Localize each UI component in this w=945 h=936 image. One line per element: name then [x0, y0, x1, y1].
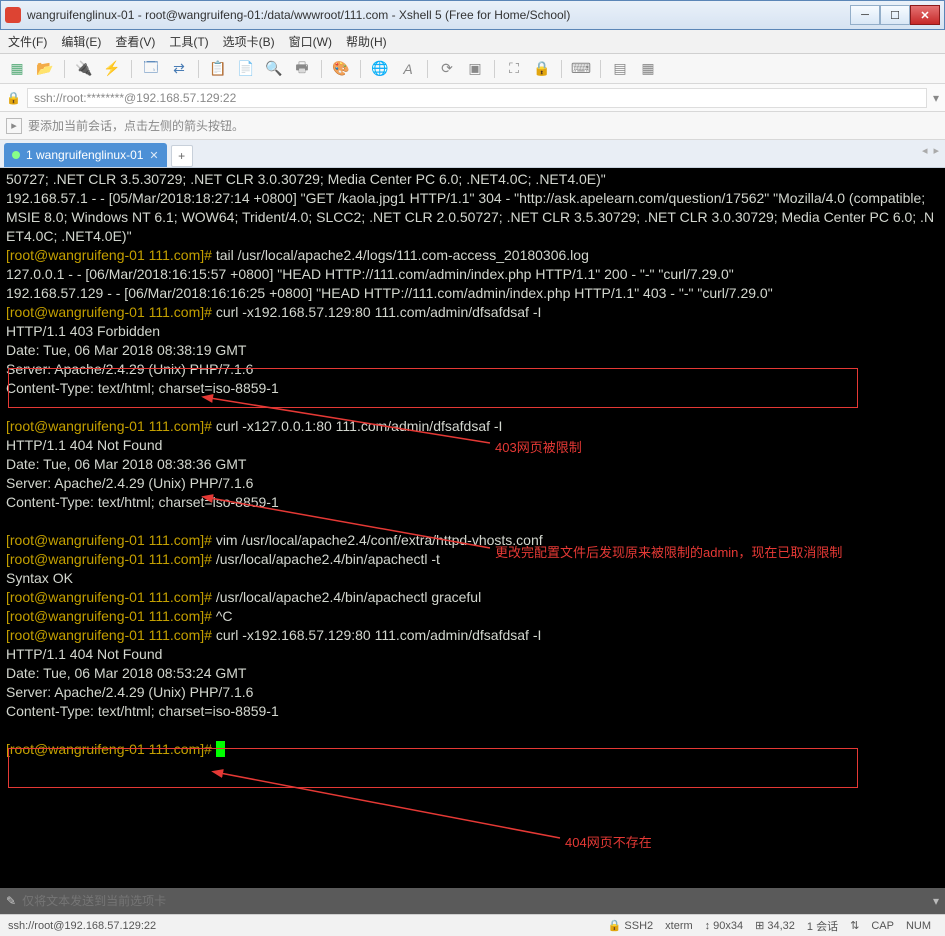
address-input[interactable] — [27, 88, 927, 108]
terminal[interactable]: 50727; .NET CLR 3.5.30729; .NET CLR 3.0.… — [0, 168, 945, 888]
xftp-icon[interactable]: ▣ — [464, 58, 486, 80]
terminal-line: [root@wangruifeng-01 111.com]# curl -x19… — [6, 303, 939, 322]
toolbar: ▦ 📂 🔌 ⚡ 🗔 ⇄ 📋 📄 🔍 🖶 🎨 🌐 A ⟳ ▣ ⛶ 🔒 ⌨ ▤ ▦ — [0, 54, 945, 84]
terminal-line: 127.0.0.1 - - [06/Mar/2018:16:15:57 +080… — [6, 265, 939, 284]
font-icon[interactable]: A — [397, 58, 419, 80]
compose-icon: ✎ — [6, 894, 16, 908]
status-num: NUM — [906, 920, 931, 932]
terminal-line: Date: Tue, 06 Mar 2018 08:38:36 GMT — [6, 455, 939, 474]
new-session-icon[interactable]: ▦ — [6, 58, 28, 80]
terminal-line: Content-Type: text/html; charset=iso-885… — [6, 702, 939, 721]
address-bar: 🔒 ▾ — [0, 84, 945, 112]
menubar: 文件(F) 编辑(E) 查看(V) 工具(T) 选项卡(B) 窗口(W) 帮助(… — [0, 30, 945, 54]
terminal-line: [root@wangruifeng-01 111.com]# — [6, 740, 939, 759]
status-size: ↕ 90x34 — [705, 920, 743, 932]
terminal-line — [6, 512, 939, 531]
menu-help[interactable]: 帮助(H) — [346, 33, 387, 50]
tab-nav: ◂ ▸ — [922, 144, 939, 157]
terminal-line: [root@wangruifeng-01 111.com]# curl -x19… — [6, 626, 939, 645]
terminal-line: HTTP/1.1 404 Not Found — [6, 645, 939, 664]
menu-file[interactable]: 文件(F) — [8, 33, 47, 50]
find-icon[interactable]: 🔍 — [263, 58, 285, 80]
terminal-line: Content-Type: text/html; charset=iso-885… — [6, 493, 939, 512]
add-session-icon[interactable]: ▸ — [6, 118, 22, 134]
terminal-line: [root@wangruifeng-01 111.com]# curl -x12… — [6, 417, 939, 436]
compose-dropdown-icon[interactable]: ▾ — [933, 894, 939, 908]
terminal-line: Date: Tue, 06 Mar 2018 08:53:24 GMT — [6, 664, 939, 683]
tab-next-icon[interactable]: ▸ — [933, 144, 939, 157]
status-cap: CAP — [871, 920, 894, 932]
terminal-line: [root@wangruifeng-01 111.com]# ^C — [6, 607, 939, 626]
lock-small-icon: 🔒 — [6, 91, 21, 105]
terminal-line: [root@wangruifeng-01 111.com]# tail /usr… — [6, 246, 939, 265]
menu-edit[interactable]: 编辑(E) — [61, 33, 101, 50]
menu-tools[interactable]: 工具(T) — [169, 33, 208, 50]
terminal-line: Date: Tue, 06 Mar 2018 08:38:19 GMT — [6, 341, 939, 360]
close-button[interactable]: ✕ — [910, 5, 940, 25]
terminal-line: 192.168.57.129 - - [06/Mar/2018:16:16:25… — [6, 284, 939, 303]
terminal-line: Content-Type: text/html; charset=iso-885… — [6, 379, 939, 398]
open-icon[interactable]: 📂 — [34, 58, 56, 80]
menu-tab[interactable]: 选项卡(B) — [223, 33, 275, 50]
lock-icon[interactable]: 🔒 — [531, 58, 553, 80]
properties-icon[interactable]: 🗔 — [140, 58, 162, 80]
tile-icon[interactable]: ▦ — [637, 58, 659, 80]
titlebar: wangruifenglinux-01 - root@wangruifeng-0… — [0, 0, 945, 30]
status-updown-icon: ⇅ — [850, 919, 859, 932]
disconnect-icon[interactable]: ⚡ — [101, 58, 123, 80]
copy-icon[interactable]: 📋 — [207, 58, 229, 80]
tab-bar: 1 wangruifenglinux-01 ✕ + ◂ ▸ — [0, 140, 945, 168]
paste-icon[interactable]: 📄 — [235, 58, 257, 80]
layout-icon[interactable]: ▤ — [609, 58, 631, 80]
session-tab[interactable]: 1 wangruifenglinux-01 ✕ — [4, 143, 167, 167]
status-sessions: 1 会话 — [807, 918, 838, 934]
terminal-line: [root@wangruifeng-01 111.com]# vim /usr/… — [6, 531, 939, 550]
status-term: xterm — [665, 920, 693, 932]
reconnect-icon[interactable]: 🔌 — [73, 58, 95, 80]
terminal-line: 192.168.57.1 - - [05/Mar/2018:18:27:14 +… — [6, 189, 939, 246]
color-icon[interactable]: 🎨 — [330, 58, 352, 80]
tab-close-icon[interactable]: ✕ — [149, 149, 158, 162]
terminal-line: Syntax OK — [6, 569, 939, 588]
tab-label: 1 wangruifenglinux-01 — [26, 148, 143, 162]
tab-prev-icon[interactable]: ◂ — [922, 144, 928, 157]
terminal-line: HTTP/1.1 403 Forbidden — [6, 322, 939, 341]
fullscreen-icon[interactable]: ⛶ — [503, 58, 525, 80]
connected-dot-icon — [12, 151, 20, 159]
window-title: wangruifenglinux-01 - root@wangruifeng-0… — [27, 8, 850, 22]
minimize-button[interactable]: ─ — [850, 5, 880, 25]
encoding-icon[interactable]: 🌐 — [369, 58, 391, 80]
status-ssh: 🔒 SSH2 — [608, 919, 653, 932]
terminal-line: HTTP/1.1 404 Not Found — [6, 436, 939, 455]
script-icon[interactable]: ⟳ — [436, 58, 458, 80]
status-bar: ssh://root@192.168.57.129:22 🔒 SSH2 xter… — [0, 914, 945, 936]
terminal-line — [6, 721, 939, 740]
terminal-line: [root@wangruifeng-01 111.com]# /usr/loca… — [6, 550, 939, 569]
status-pos: ⊞ 34,32 — [755, 919, 795, 932]
hint-bar: ▸ 要添加当前会话，点击左侧的箭头按钮。 — [0, 112, 945, 140]
terminal-line: Server: Apache/2.4.29 (Unix) PHP/7.1.6 — [6, 360, 939, 379]
print-icon[interactable]: 🖶 — [291, 58, 313, 80]
terminal-line: Server: Apache/2.4.29 (Unix) PHP/7.1.6 — [6, 474, 939, 493]
terminal-line — [6, 398, 939, 417]
new-tab-button[interactable]: + — [171, 145, 193, 167]
arrow-3 — [210, 768, 570, 848]
keyboard-icon[interactable]: ⌨ — [570, 58, 592, 80]
transfer-icon[interactable]: ⇄ — [168, 58, 190, 80]
status-connection: ssh://root@192.168.57.129:22 — [8, 920, 602, 932]
terminal-line: 50727; .NET CLR 3.5.30729; .NET CLR 3.0.… — [6, 170, 939, 189]
compose-bar: ✎ ▾ — [0, 888, 945, 914]
menu-window[interactable]: 窗口(W) — [289, 33, 332, 50]
compose-input[interactable] — [22, 894, 927, 908]
app-icon — [5, 7, 21, 23]
terminal-line: [root@wangruifeng-01 111.com]# /usr/loca… — [6, 588, 939, 607]
terminal-line: Server: Apache/2.4.29 (Unix) PHP/7.1.6 — [6, 683, 939, 702]
address-dropdown-icon[interactable]: ▾ — [933, 91, 939, 105]
menu-view[interactable]: 查看(V) — [115, 33, 155, 50]
hint-text: 要添加当前会话，点击左侧的箭头按钮。 — [28, 117, 244, 134]
maximize-button[interactable]: ☐ — [880, 5, 910, 25]
annotation-3: 404网页不存在 — [565, 833, 652, 852]
